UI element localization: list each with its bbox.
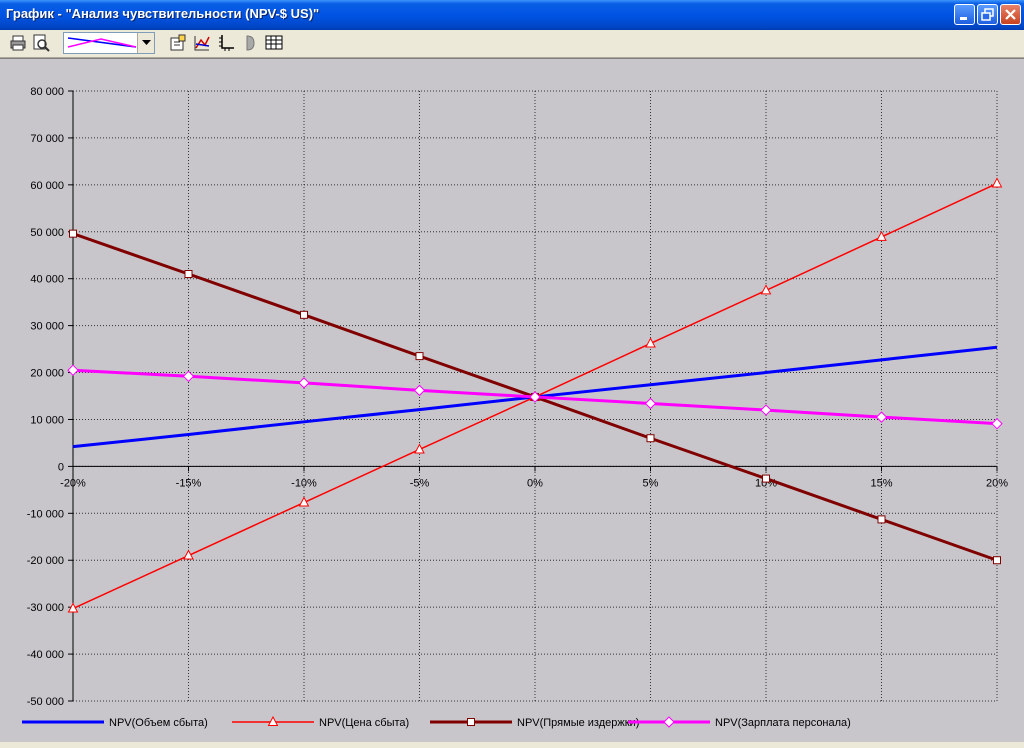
minimize-icon — [960, 17, 967, 20]
series-button[interactable] — [192, 33, 212, 53]
close-button[interactable] — [1000, 4, 1021, 25]
legend-label-2: NPV(Цена сбыта) — [319, 717, 409, 729]
x-tick-label: 0% — [527, 477, 543, 489]
series-4-point — [991, 417, 1003, 430]
y-tick-label: 10 000 — [30, 414, 64, 426]
y-tick-label: 0 — [58, 461, 64, 473]
y-tick-label: -10 000 — [27, 508, 64, 520]
toolbar — [0, 30, 1024, 58]
y-tick-label: 70 000 — [30, 133, 64, 145]
y-tick-label: -30 000 — [27, 602, 64, 614]
legend-button[interactable] — [240, 33, 260, 53]
y-tick-label: 20 000 — [30, 368, 64, 380]
x-tick-label: 20% — [986, 477, 1008, 489]
y-tick-label: -50 000 — [27, 696, 64, 708]
axes-icon — [219, 35, 234, 51]
table-icon — [265, 35, 283, 50]
legend-icon — [246, 35, 255, 51]
x-tick-label: -20% — [60, 477, 86, 489]
series-3-point — [646, 434, 655, 443]
legend-marker-3 — [467, 718, 475, 726]
series-3-point — [184, 270, 193, 278]
series-4-point — [67, 364, 79, 376]
maximize-button[interactable] — [977, 4, 998, 25]
series-2-point — [991, 177, 1003, 188]
x-tick-label: -5% — [410, 477, 430, 489]
x-tick-label: 5% — [643, 477, 659, 489]
restore-icon — [981, 8, 994, 21]
print-icon — [10, 35, 26, 51]
series-4-point — [875, 411, 888, 423]
chart-area: 80 000 70 000 60 000 50 000 40 000 30 000 20 0… — [0, 58, 1024, 742]
properties-button[interactable] — [168, 33, 188, 53]
y-tick-label: -40 000 — [27, 649, 64, 661]
properties-icon — [170, 34, 186, 51]
x-tick-label: 15% — [870, 477, 892, 489]
chart-type-dropdown[interactable] — [63, 32, 155, 54]
series-3-point — [993, 556, 1001, 565]
series-3-point — [415, 352, 424, 361]
window-title: График - "Анализ чувствительности (NPV-$… — [6, 6, 320, 21]
print-button[interactable] — [8, 33, 28, 53]
x-tick-label: -10% — [291, 477, 317, 489]
legend-label-4: NPV(Зарплата персонала) — [715, 717, 851, 729]
legend-label-1: NPV(Объем сбыта) — [109, 717, 208, 729]
legend-marker-4 — [663, 716, 675, 728]
x-tick-label: -15% — [176, 477, 202, 489]
series-3-point — [69, 229, 77, 238]
close-icon — [1005, 9, 1016, 20]
series-4-point — [644, 397, 657, 410]
y-tick-label: 30 000 — [30, 321, 64, 333]
y-tick-label: 40 000 — [30, 274, 64, 286]
series-icon — [194, 36, 210, 51]
minimize-button[interactable] — [954, 4, 975, 25]
series-4-point — [298, 377, 310, 389]
line-chart-icon — [67, 37, 137, 48]
print-preview-icon — [33, 34, 50, 52]
y-tick-label: 60 000 — [30, 180, 64, 192]
chevron-down-icon — [141, 40, 151, 45]
legend-label-3: NPV(Прямые издержки) — [517, 717, 639, 729]
y-tick-label: -20 000 — [27, 555, 64, 567]
series-4-point — [413, 384, 426, 397]
y-tick-label: 50 000 — [30, 227, 64, 239]
series-3-point — [877, 515, 886, 524]
series-4-point — [760, 404, 772, 416]
title-bar[interactable]: График - "Анализ чувствительности (NPV-$… — [0, 0, 1024, 30]
dropdown-arrow[interactable] — [137, 33, 154, 53]
sensitivity-chart: 80 000 70 000 60 000 50 000 40 000 30 000 20 0… — [22, 86, 1008, 729]
series-3-point — [762, 474, 770, 483]
series-3-point — [300, 310, 308, 319]
data-table-button[interactable] — [264, 33, 284, 53]
y-tick-label: 80 000 — [30, 86, 64, 98]
print-preview-button[interactable] — [31, 33, 51, 53]
axes-button[interactable] — [216, 33, 236, 53]
